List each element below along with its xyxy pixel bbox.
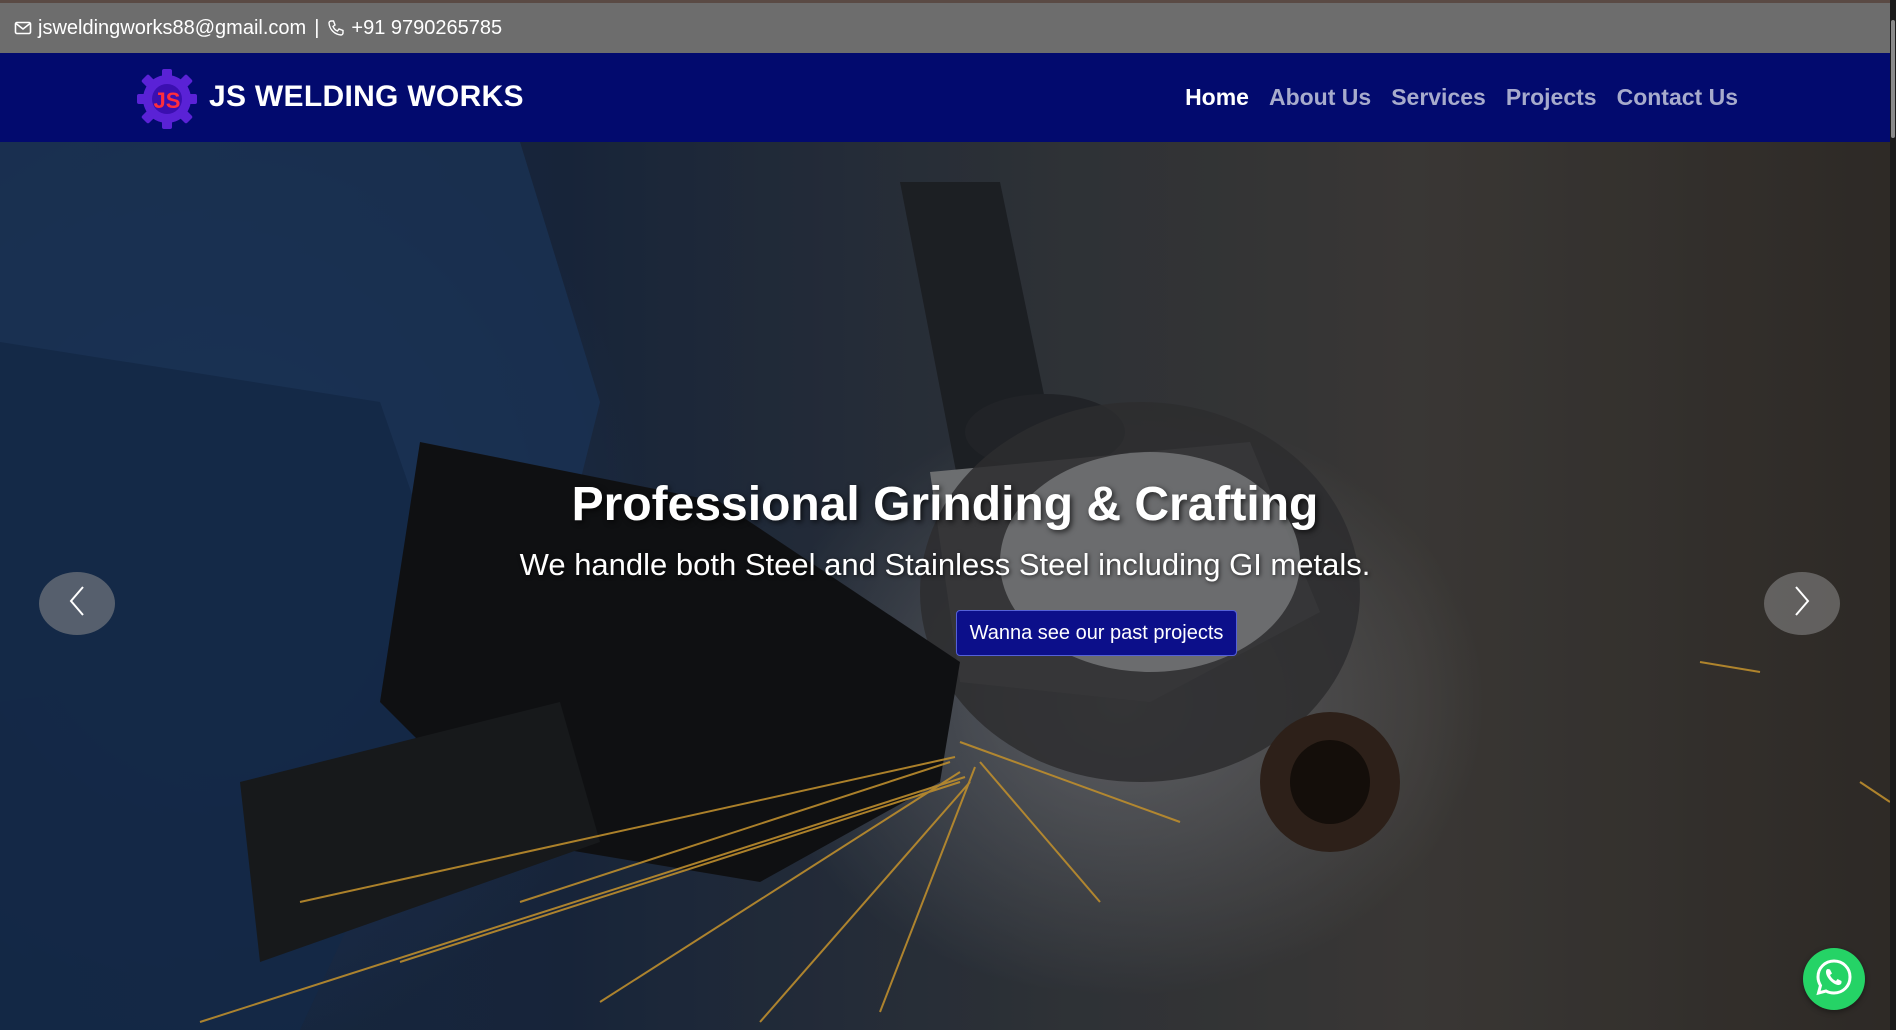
nav-menu: Home About Us Services Projects Contact … xyxy=(1165,53,1738,142)
hero-subtitle: We handle both Steel and Stainless Steel… xyxy=(519,547,1371,582)
main-navbar: JS JS WELDING WORKS Home About Us Servic… xyxy=(0,53,1890,142)
whatsapp-chat-button[interactable] xyxy=(1803,948,1865,1010)
nav-item-home[interactable]: Home xyxy=(1185,84,1249,111)
hero-carousel: Professional Grinding & Crafting We hand… xyxy=(0,142,1890,1030)
whatsapp-icon xyxy=(1814,957,1854,1002)
gear-js-logo-icon: JS xyxy=(133,63,201,131)
nav-item-projects[interactable]: Projects xyxy=(1506,84,1597,111)
topbar-email[interactable]: jsweldingworks88@gmail.com xyxy=(38,17,306,40)
phone-icon xyxy=(327,19,345,37)
page-scrollbar[interactable] xyxy=(1890,0,1896,1030)
nav-item-about-us[interactable]: About Us xyxy=(1269,84,1371,111)
carousel-prev-button[interactable] xyxy=(39,572,115,635)
mail-icon xyxy=(14,19,32,37)
carousel-next-button[interactable] xyxy=(1764,572,1840,635)
nav-item-services[interactable]: Services xyxy=(1391,84,1486,111)
scrollbar-thumb[interactable] xyxy=(1891,20,1895,138)
topbar-phone[interactable]: +91 9790265785 xyxy=(351,17,502,40)
hero-title: Professional Grinding & Crafting xyxy=(571,478,1319,531)
nav-item-contact-us[interactable]: Contact Us xyxy=(1617,84,1738,111)
topbar-separator: | xyxy=(314,16,320,39)
chevron-left-icon xyxy=(67,584,87,623)
past-projects-button[interactable]: Wanna see our past projects xyxy=(956,610,1237,656)
chevron-right-icon xyxy=(1792,584,1812,623)
svg-text:JS: JS xyxy=(154,88,181,113)
contact-topbar: jsweldingworks88@gmail.com | +91 9790265… xyxy=(0,0,1890,53)
brand-link[interactable]: JS JS WELDING WORKS xyxy=(133,63,524,131)
hero-overlay xyxy=(0,142,1890,1030)
brand-name: JS WELDING WORKS xyxy=(209,80,524,113)
